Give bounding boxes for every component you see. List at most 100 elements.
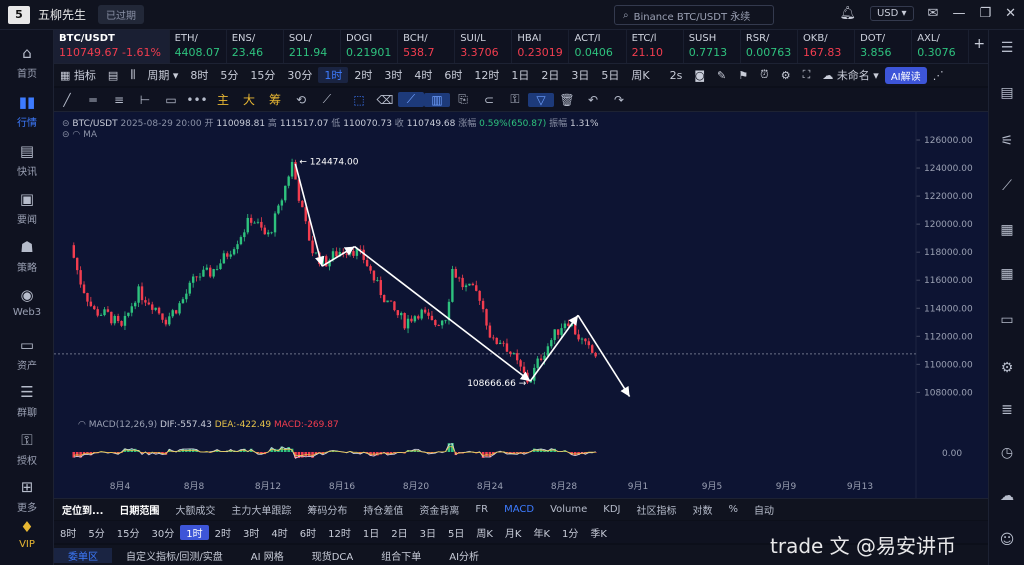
- filter-icon[interactable]: ▽: [528, 92, 554, 107]
- bottom-interval-option[interactable]: 1时: [180, 524, 209, 540]
- bottom-interval-option[interactable]: 年K: [527, 525, 556, 540]
- ray-tool-icon[interactable]: ⊢: [132, 93, 158, 107]
- bottom-interval-option[interactable]: 3时: [237, 525, 265, 540]
- bottom-interval-option[interactable]: 1分: [556, 525, 584, 540]
- bottom-interval-option[interactable]: 15分: [111, 525, 146, 540]
- indicator-bar-item[interactable]: 社区指标: [629, 502, 685, 517]
- pen-icon[interactable]: ✎: [711, 69, 732, 82]
- main-force-tool[interactable]: 主: [210, 91, 236, 108]
- alarm-icon[interactable]: ⏰︎: [754, 68, 775, 82]
- bottom-interval-option[interactable]: 5日: [442, 525, 470, 540]
- indicator-bar-item[interactable]: 日期范围: [111, 502, 167, 517]
- interval-option[interactable]: 3时: [378, 67, 408, 83]
- ticker-item[interactable]: DOT/3.856: [855, 30, 913, 63]
- ticker-item[interactable]: BCH/538.7: [398, 30, 456, 63]
- price-chart-svg[interactable]: 108000.00 110000.00 112000.00 114000.00 1160…: [54, 112, 988, 498]
- bottom-interval-option[interactable]: 6时: [294, 525, 322, 540]
- trash-icon[interactable]: 🗑︎: [554, 93, 580, 107]
- ticker-item[interactable]: ACT/I 0.0406: [569, 30, 627, 63]
- sidebar-item-flash[interactable]: ▤ 快讯: [0, 142, 54, 178]
- interval-option[interactable]: 5日: [595, 67, 625, 83]
- indicator-bar-item[interactable]: 主力大单跟踪: [223, 502, 299, 517]
- sidebar-item-vip[interactable]: ♦ VIP: [0, 518, 54, 550]
- bell-icon[interactable]: 🔔︎: [839, 6, 856, 21]
- bottom-interval-option[interactable]: 季K: [584, 525, 613, 540]
- trend-arrow[interactable]: [529, 314, 579, 382]
- currency-select[interactable]: USD ▾: [869, 6, 914, 21]
- alert-icon[interactable]: ◷: [989, 445, 1024, 461]
- chart-area[interactable]: 108000.00 110000.00 112000.00 114000.00 1160…: [54, 112, 988, 498]
- sidebar-item-market[interactable]: ▮▮ 行情: [0, 93, 54, 129]
- indicator-bar-item[interactable]: 自动: [746, 502, 782, 517]
- line-tool-icon[interactable]: ╱: [54, 93, 80, 107]
- search-input[interactable]: ⌕ Binance BTC/USDT 永续: [614, 5, 774, 25]
- ticker-item[interactable]: ENS/23.46: [227, 30, 284, 63]
- interval-option[interactable]: 1时: [318, 67, 349, 83]
- bottom-interval-option[interactable]: 2时: [209, 525, 237, 540]
- list-icon[interactable]: ≣: [989, 402, 1024, 418]
- indicator-bar-item[interactable]: 大额成交: [167, 502, 223, 517]
- interval-option[interactable]: 4时: [408, 67, 438, 83]
- calendar-icon[interactable]: ▤: [102, 69, 124, 82]
- interval-option[interactable]: 2日: [535, 67, 565, 83]
- eye-icon[interactable]: ◠: [78, 420, 86, 430]
- order-book-icon[interactable]: ☰: [989, 40, 1024, 56]
- sidebar-item-home[interactable]: ⌂ 首页: [0, 44, 54, 80]
- indicator-bar-item[interactable]: %: [721, 504, 747, 515]
- indicator-bar-item[interactable]: 筹码分布: [299, 502, 355, 517]
- calendar-grid-icon[interactable]: ▦: [989, 266, 1024, 282]
- trend-draw-icon[interactable]: ⟋: [398, 92, 424, 107]
- indicator-bar-item[interactable]: 持仓差值: [355, 502, 411, 517]
- ticker-item[interactable]: RSR/0.00763: [741, 30, 798, 63]
- indicator-bar-item[interactable]: 对数: [685, 502, 721, 517]
- bottom-interval-option[interactable]: 周K: [470, 525, 499, 540]
- trend-arrow[interactable]: [354, 245, 531, 382]
- interval-option[interactable]: 2时: [348, 67, 378, 83]
- sidebar-item-authorize[interactable]: ⚿ 授权: [0, 431, 54, 467]
- sidebar-item-groupchat[interactable]: ☰ 群聊: [0, 383, 54, 419]
- bottom-interval-option[interactable]: 1日: [357, 525, 385, 540]
- copy-icon[interactable]: ⎘: [450, 92, 476, 107]
- bottom-tab[interactable]: 自定义指标/回测/实盘: [112, 548, 237, 563]
- sidebar-item-web3[interactable]: ◉ Web3: [0, 286, 54, 318]
- interval-option[interactable]: 12时: [468, 67, 505, 83]
- hline-tool-icon[interactable]: ═: [80, 93, 106, 107]
- fullscreen-icon[interactable]: ⛶: [797, 68, 817, 82]
- refresh-rate[interactable]: 2s: [664, 69, 689, 82]
- bars-draw-icon[interactable]: ▥: [424, 92, 450, 107]
- sidebar-item-news[interactable]: ▣ 要闻: [0, 190, 54, 226]
- interval-option[interactable]: 周K: [625, 67, 655, 83]
- indicator-bar-item[interactable]: FR: [467, 504, 496, 515]
- ticker-item[interactable]: DOGI 0.21901: [341, 30, 399, 63]
- bottom-tab[interactable]: 委单区: [54, 547, 112, 563]
- interval-option[interactable]: 5分: [214, 67, 244, 83]
- bottom-interval-option[interactable]: 4时: [265, 525, 293, 540]
- close-icon[interactable]: ✕: [1005, 6, 1016, 21]
- magnet-icon[interactable]: ⊂: [476, 93, 502, 107]
- indicator-bar-item[interactable]: MACD: [496, 504, 542, 515]
- period-button[interactable]: 周期 ▾: [141, 67, 184, 83]
- interval-option[interactable]: 8时: [184, 67, 214, 83]
- expired-badge[interactable]: 已过期: [98, 5, 145, 24]
- ticker-item[interactable]: OKB/167.83: [798, 30, 856, 63]
- indicator-bar-item[interactable]: 定位到...: [54, 502, 111, 517]
- camera-icon[interactable]: ◙: [688, 69, 711, 82]
- trend-icon[interactable]: ⟋: [989, 178, 1024, 194]
- settings-icon[interactable]: ⚙: [775, 69, 797, 82]
- sidebar-item-strategy[interactable]: ☗ 策略: [0, 238, 54, 274]
- ticker-item[interactable]: SUI/L 3.3706: [455, 30, 513, 63]
- ticker-item[interactable]: BTC/USDT 110749.67 -1.61%: [54, 30, 170, 63]
- bottom-interval-option[interactable]: 月K: [499, 525, 528, 540]
- bottom-interval-option[interactable]: 12时: [322, 525, 357, 540]
- sidebar-item-assets[interactable]: ▭ 资产: [0, 336, 54, 372]
- ticker-item[interactable]: SUSH 0.7713: [684, 30, 741, 63]
- eye-icon[interactable]: ◠: [72, 130, 80, 140]
- rect-tool-icon[interactable]: ▭: [158, 93, 184, 107]
- select-tool-icon[interactable]: ⬚: [346, 93, 372, 107]
- minimize-icon[interactable]: —: [952, 6, 965, 21]
- large-order-tool[interactable]: 大: [236, 91, 262, 108]
- share-icon[interactable]: ⋰: [927, 69, 950, 82]
- mail-icon[interactable]: ✉: [928, 6, 939, 21]
- bottom-interval-option[interactable]: 8时: [54, 525, 82, 540]
- more-tools-icon[interactable]: •••: [184, 93, 210, 107]
